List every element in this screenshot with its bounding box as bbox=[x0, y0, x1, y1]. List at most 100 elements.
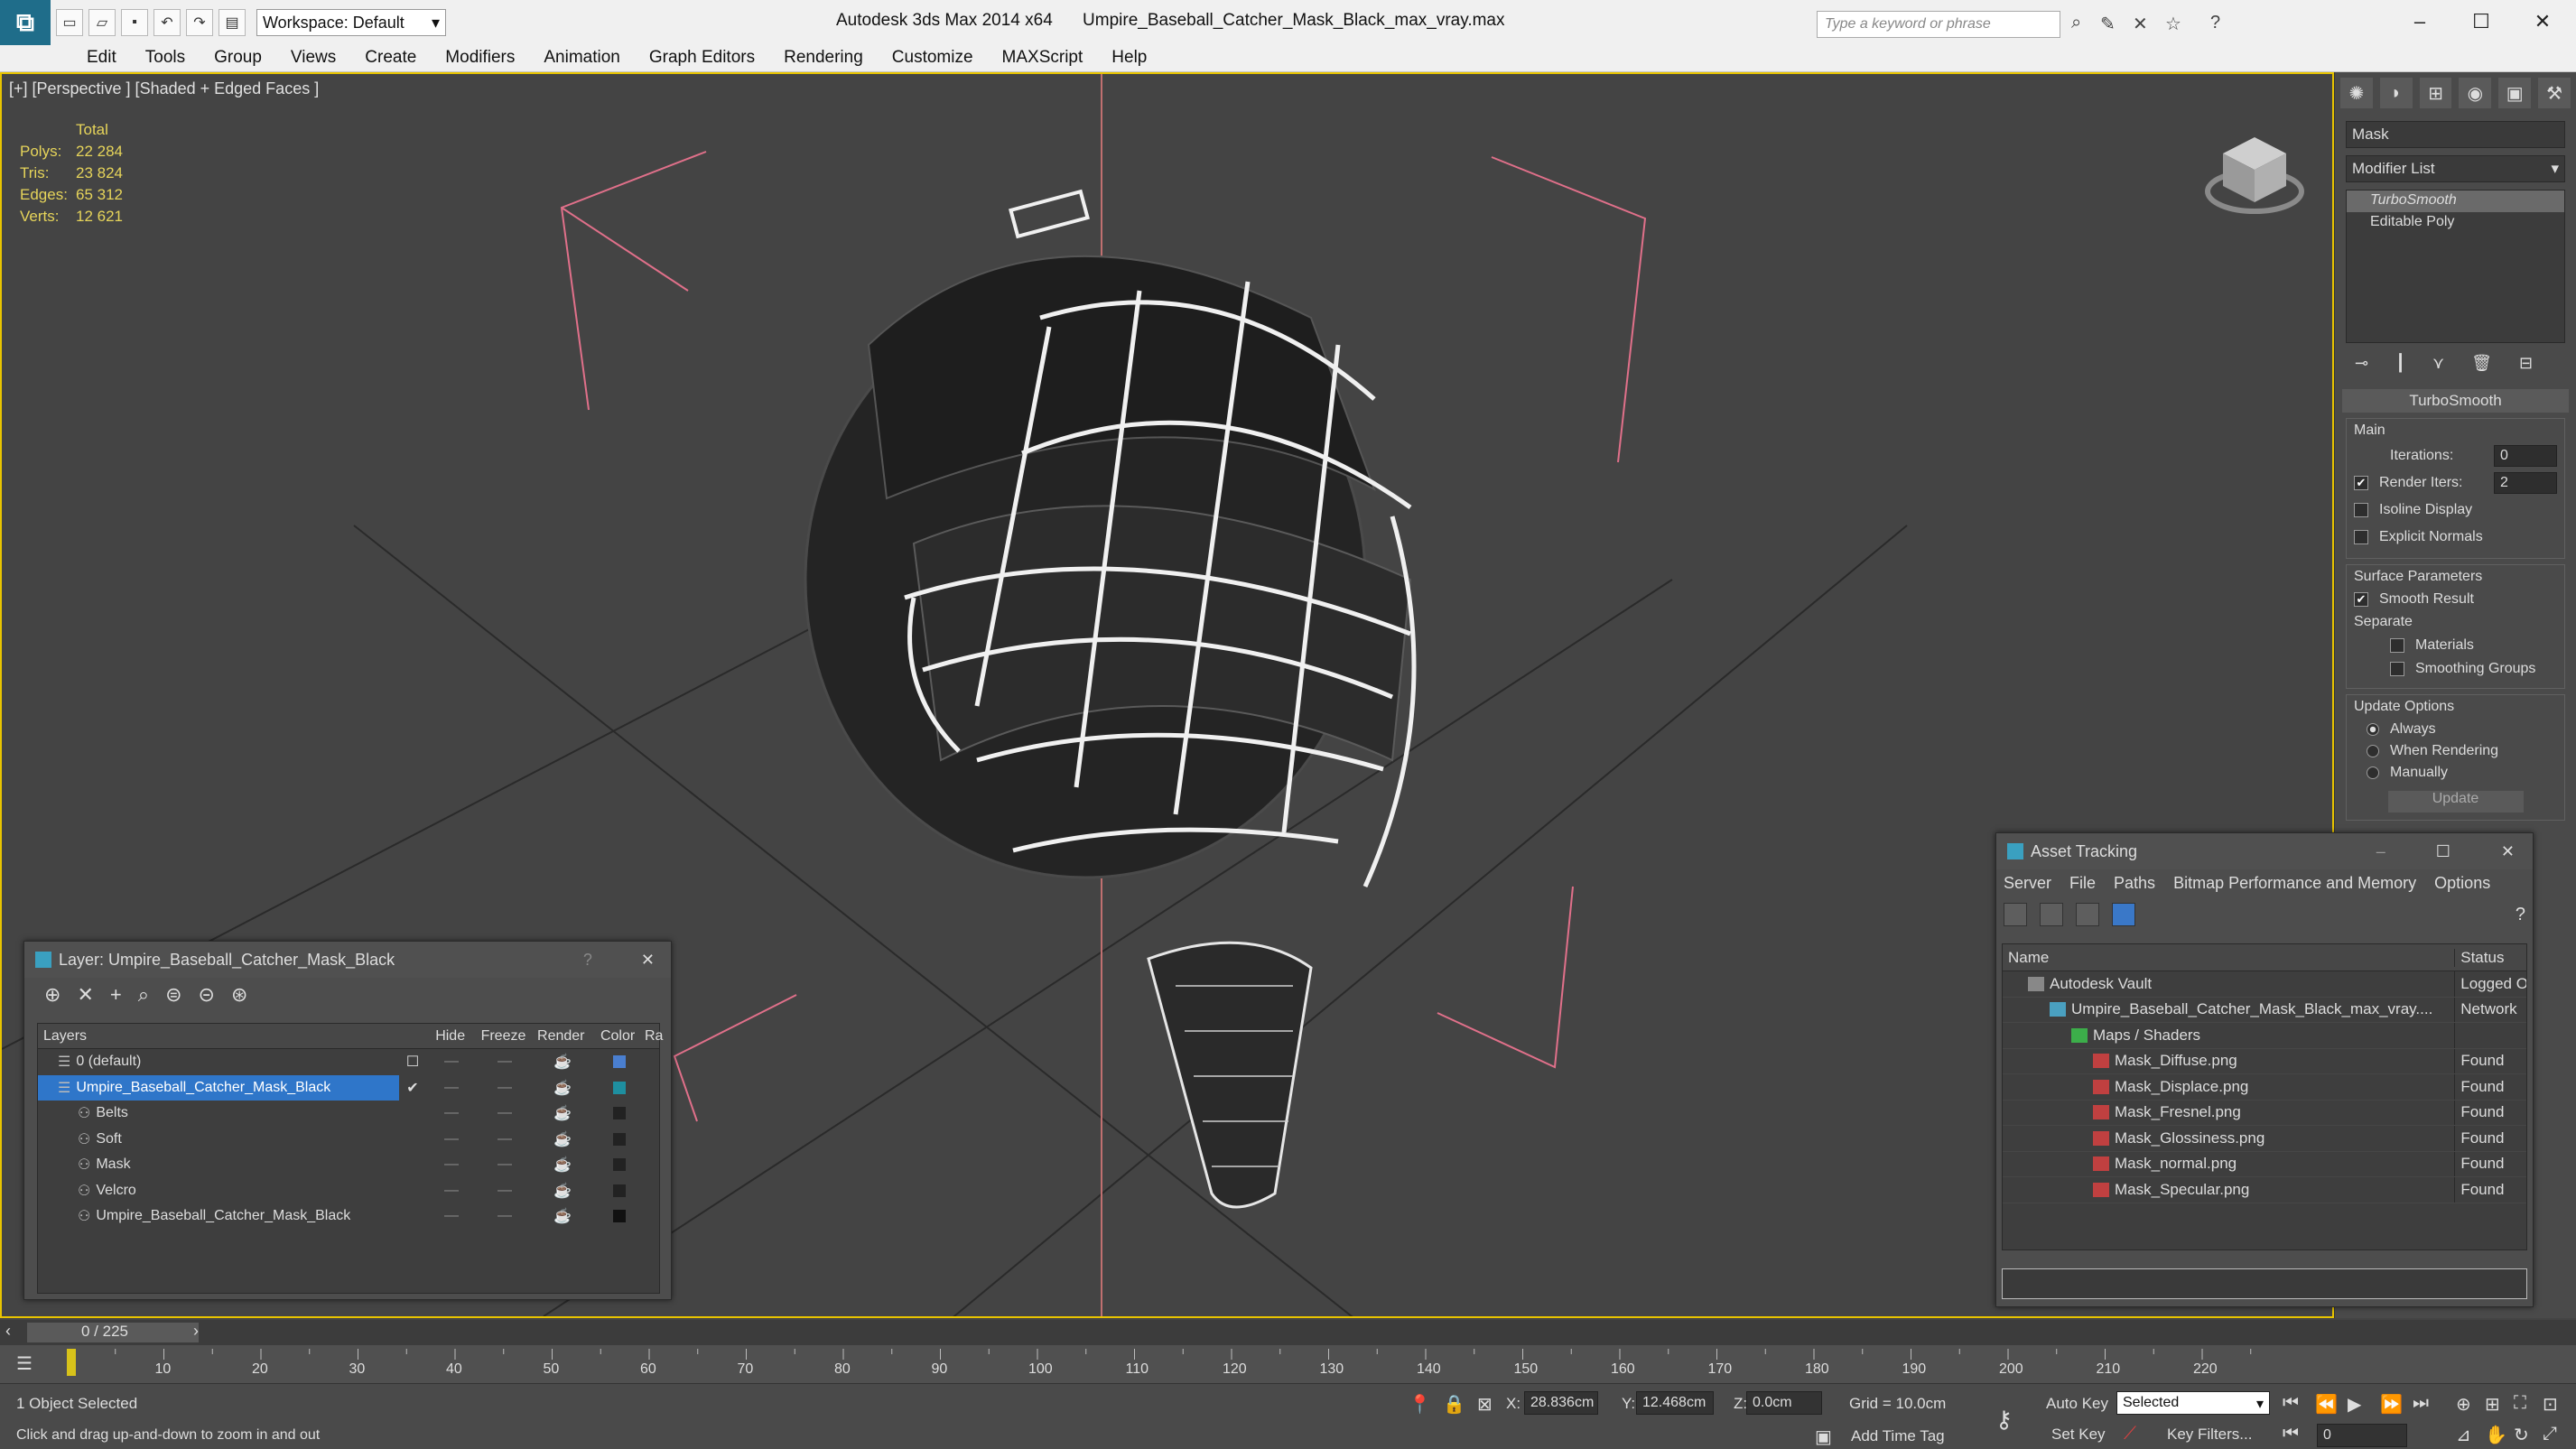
menu-customize[interactable]: Customize bbox=[878, 45, 988, 71]
hide-all-layers-icon[interactable]: ⊝ bbox=[199, 983, 215, 1007]
layer-row[interactable]: ⚇ Mask — — ☕ bbox=[38, 1152, 659, 1178]
display-tab-icon[interactable]: ▣ bbox=[2498, 78, 2532, 108]
freeze-all-layers-icon[interactable]: ⊛ bbox=[231, 983, 247, 1007]
when-rendering-radio[interactable] bbox=[2367, 745, 2379, 757]
hide-toggle[interactable]: — bbox=[426, 1208, 477, 1224]
maximize-viewport-icon[interactable]: ⤢ bbox=[2543, 1424, 2557, 1444]
col-name[interactable]: Name bbox=[2003, 949, 2454, 967]
layer-color-swatch[interactable] bbox=[592, 1184, 646, 1197]
smooth-result-checkbox[interactable]: ✔ bbox=[2354, 592, 2368, 607]
layer-row[interactable]: ⚇ Velcro — — ☕ bbox=[38, 1178, 659, 1204]
render-teapot-icon[interactable]: ☕ bbox=[533, 1053, 592, 1071]
menu-create[interactable]: Create bbox=[350, 45, 431, 71]
app-logo-icon[interactable]: ⧉ bbox=[0, 0, 51, 45]
project-folder-icon[interactable]: ▤ bbox=[219, 9, 246, 36]
col-hide[interactable]: Hide bbox=[425, 1028, 476, 1045]
asset-row[interactable]: Mask_normal.png Found bbox=[2003, 1151, 2526, 1177]
update-button[interactable]: Update bbox=[2387, 791, 2524, 813]
col-radiosity[interactable]: Ra bbox=[645, 1028, 663, 1045]
auto-key-button[interactable]: Auto Key bbox=[2046, 1395, 2108, 1413]
mini-curve-editor-icon[interactable]: ☰ bbox=[16, 1352, 33, 1375]
render-iters-spinner[interactable]: 2 bbox=[2494, 472, 2557, 494]
asset-row[interactable]: Mask_Displace.png Found bbox=[2003, 1074, 2526, 1101]
binoculars-icon[interactable]: ⌕ bbox=[2071, 13, 2081, 33]
layer-dialog-titlebar[interactable]: Layer: Umpire_Baseball_Catcher_Mask_Blac… bbox=[24, 942, 671, 978]
freeze-toggle[interactable]: — bbox=[477, 1054, 533, 1070]
asset-dialog-titlebar[interactable]: Asset Tracking – ☐ ✕ bbox=[1996, 833, 2533, 869]
utilities-tab-icon[interactable]: ⚒ bbox=[2538, 78, 2571, 108]
materials-checkbox[interactable] bbox=[2390, 638, 2404, 653]
x-coordinate-field[interactable]: 28.836cm bbox=[1524, 1391, 1598, 1415]
menu-modifiers[interactable]: Modifiers bbox=[431, 45, 529, 71]
favorites-star-icon[interactable]: ☆ bbox=[2165, 13, 2181, 35]
layer-color-swatch[interactable] bbox=[592, 1132, 646, 1146]
layer-row[interactable]: ⚇ Umpire_Baseball_Catcher_Mask_Black — — ☕ bbox=[38, 1203, 659, 1230]
workspace-dropdown[interactable]: Workspace: Default ▾ bbox=[256, 9, 446, 36]
asset-menu-options[interactable]: Options bbox=[2434, 874, 2490, 893]
render-iters-checkbox[interactable]: ✔ bbox=[2354, 476, 2368, 490]
selection-lock-icon[interactable]: 🔒 bbox=[1443, 1393, 1465, 1416]
menu-edit[interactable]: Edit bbox=[72, 45, 131, 71]
layer-name[interactable]: ⚇ Mask bbox=[38, 1152, 399, 1178]
hide-toggle[interactable]: — bbox=[426, 1080, 477, 1096]
key-mode-dropdown[interactable]: Selected ▾ bbox=[2116, 1391, 2270, 1415]
close-button[interactable]: ✕ bbox=[2516, 5, 2570, 38]
go-to-start-icon[interactable]: ⏮ bbox=[2283, 1393, 2299, 1414]
freeze-toggle[interactable]: — bbox=[477, 1105, 533, 1121]
layer-row[interactable]: ☰ 0 (default) ☐ — — ☕ bbox=[38, 1049, 659, 1075]
layer-name[interactable]: ⚇ Velcro bbox=[38, 1178, 399, 1204]
menu-group[interactable]: Group bbox=[200, 45, 276, 71]
layer-name[interactable]: ☰ 0 (default) bbox=[38, 1049, 399, 1075]
asset-menu-paths[interactable]: Paths bbox=[2114, 874, 2155, 893]
freeze-toggle[interactable]: — bbox=[477, 1131, 533, 1147]
asset-menu-file[interactable]: File bbox=[2069, 874, 2096, 893]
key-mode-toggle-icon[interactable]: ⏮ bbox=[2283, 1424, 2299, 1444]
table-view-icon[interactable] bbox=[2112, 903, 2135, 926]
col-layers[interactable]: Layers bbox=[38, 1028, 425, 1045]
freeze-toggle[interactable]: — bbox=[477, 1208, 533, 1224]
asset-row[interactable]: Mask_Fresnel.png Found bbox=[2003, 1100, 2526, 1126]
field-of-view-icon[interactable]: ⊿ bbox=[2456, 1424, 2471, 1446]
orbit-icon[interactable]: ↻ bbox=[2514, 1424, 2529, 1446]
add-to-layer-icon[interactable]: + bbox=[110, 983, 122, 1007]
render-teapot-icon[interactable]: ☕ bbox=[533, 1156, 592, 1174]
current-layer-check-icon[interactable]: ✔ bbox=[399, 1079, 426, 1097]
key-icon[interactable]: ⚷ bbox=[1995, 1406, 2013, 1434]
asset-path-field[interactable] bbox=[2002, 1268, 2527, 1299]
set-key-button[interactable]: Set Key bbox=[2051, 1426, 2106, 1444]
stack-item-editable-poly[interactable]: Editable Poly bbox=[2347, 212, 2564, 234]
layer-name[interactable]: ⚇ Belts bbox=[38, 1101, 399, 1127]
redo-icon[interactable]: ↷ bbox=[186, 9, 213, 36]
col-freeze[interactable]: Freeze bbox=[476, 1028, 532, 1045]
z-coordinate-field[interactable]: 0.0cm bbox=[1746, 1391, 1822, 1415]
previous-frame-icon[interactable]: ⏪ bbox=[2315, 1393, 2338, 1416]
isoline-checkbox[interactable] bbox=[2354, 503, 2368, 517]
iterations-spinner[interactable]: 0 bbox=[2494, 445, 2557, 467]
zoom-extents-all-icon[interactable]: ⊡ bbox=[2543, 1393, 2558, 1416]
layer-row[interactable]: ☰ Umpire_Baseball_Catcher_Mask_Black ✔ — — ☕ bbox=[38, 1074, 659, 1101]
isolate-selection-icon[interactable]: 📍 bbox=[1409, 1393, 1431, 1416]
hide-toggle[interactable]: — bbox=[426, 1054, 477, 1070]
layer-row[interactable]: ⚇ Soft — — ☕ bbox=[38, 1127, 659, 1153]
select-objects-icon[interactable]: ⌕ bbox=[138, 983, 149, 1007]
maximize-button[interactable]: ☐ bbox=[2454, 5, 2508, 38]
current-layer-box[interactable]: ☐ bbox=[399, 1053, 426, 1071]
motion-tab-icon[interactable]: ◉ bbox=[2459, 78, 2492, 108]
delete-layer-icon[interactable]: ✕ bbox=[77, 983, 93, 1007]
new-file-icon[interactable]: ▭ bbox=[56, 9, 83, 36]
stack-item-turbosmooth[interactable]: TurboSmooth bbox=[2347, 190, 2564, 212]
layer-name[interactable]: ⚇ Umpire_Baseball_Catcher_Mask_Black bbox=[38, 1203, 399, 1230]
show-end-result-icon[interactable]: ┃ bbox=[2395, 354, 2405, 373]
menu-help[interactable]: Help bbox=[1097, 45, 1161, 71]
explicit-normals-checkbox[interactable] bbox=[2354, 530, 2368, 544]
pin-stack-icon[interactable]: ⊸ bbox=[2355, 354, 2368, 373]
hide-toggle[interactable]: — bbox=[426, 1105, 477, 1121]
menu-rendering[interactable]: Rendering bbox=[769, 45, 878, 71]
communication-icon[interactable]: ✕ bbox=[2133, 13, 2148, 35]
menu-views[interactable]: Views bbox=[276, 45, 350, 71]
pan-icon[interactable]: ✋ bbox=[2485, 1424, 2507, 1446]
search-input[interactable]: Type a keyword or phrase bbox=[1817, 11, 2060, 38]
col-color[interactable]: Color bbox=[591, 1028, 645, 1045]
remove-modifier-icon[interactable]: 🗑 bbox=[2471, 354, 2492, 373]
zoom-icon[interactable]: ⊕ bbox=[2456, 1393, 2471, 1416]
